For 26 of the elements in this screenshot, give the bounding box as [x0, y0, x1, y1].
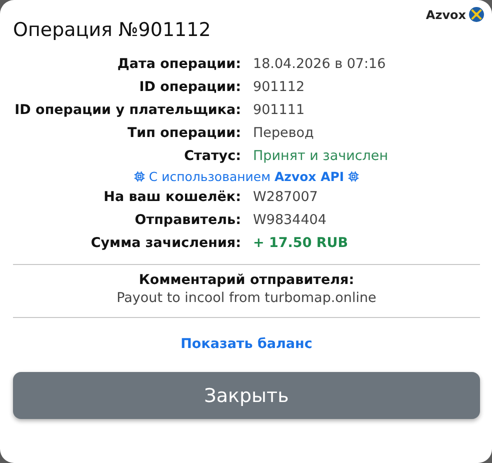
- field-label: ID операции у плательщика:: [14, 101, 241, 120]
- chip-icon: [348, 171, 360, 182]
- field-label: Дата операции:: [116, 55, 241, 74]
- logo-icon: [469, 7, 484, 22]
- show-balance-link[interactable]: Показать баланс: [180, 336, 312, 352]
- api-note: С использованием Azvox API: [148, 169, 344, 184]
- field-label: Сумма зачисления:: [90, 234, 241, 253]
- chip-icon: [134, 171, 145, 182]
- field-label: Тип операции:: [126, 124, 241, 143]
- comment-title: Комментарий отправителя:: [138, 272, 356, 288]
- field-value: Перевод: [253, 124, 315, 143]
- field-label: Отправитель:: [134, 211, 241, 230]
- field-value: 18.04.2026 в 07:16: [253, 55, 387, 74]
- field-value: Принят и зачислен: [253, 147, 390, 166]
- field-value: W287007: [253, 188, 319, 207]
- field-label: ID операции:: [138, 78, 241, 97]
- dialog-title: Операция №901112: [13, 19, 212, 41]
- field-label: Статус:: [183, 147, 241, 166]
- field-value: 901112: [253, 78, 306, 97]
- close-button[interactable]: Закрыть: [13, 372, 480, 419]
- comment-text: Payout to incool from turbomap.online: [116, 290, 378, 306]
- field-value: 901111: [253, 101, 306, 120]
- brand-name: Azvox: [426, 8, 466, 22]
- field-value: W9834404: [253, 211, 328, 230]
- field-value: + 17.50 RUB: [253, 234, 350, 253]
- field-label: На ваш кошелёк:: [102, 188, 241, 207]
